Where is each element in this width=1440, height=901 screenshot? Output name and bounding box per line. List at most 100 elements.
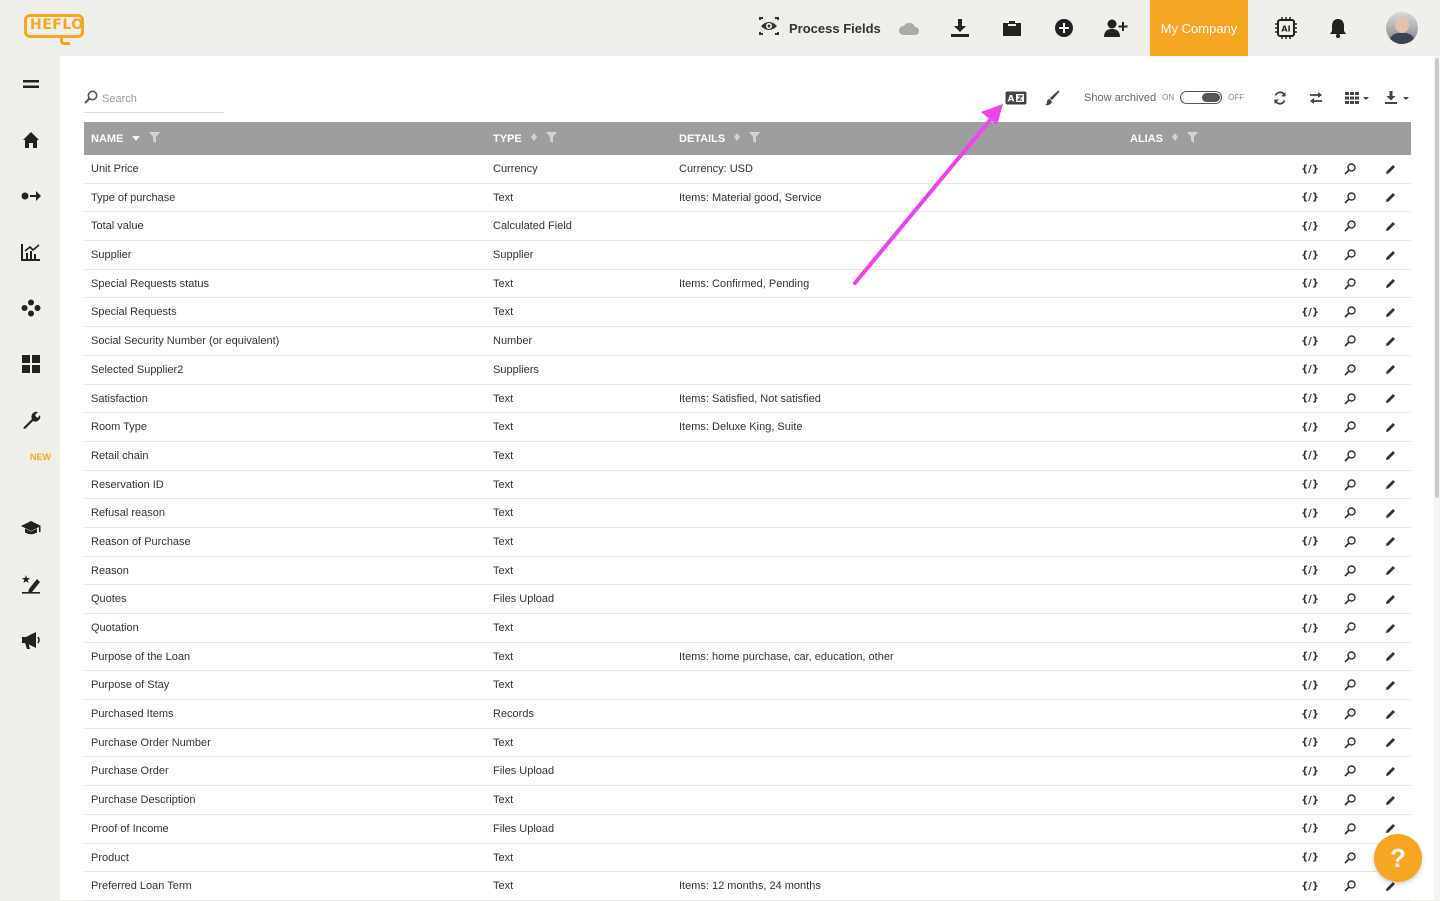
avatar[interactable] [1386,12,1418,44]
chart-icon[interactable] [18,239,44,265]
view-icon[interactable] [1343,334,1357,348]
edit-icon[interactable] [1383,248,1397,262]
table-row[interactable]: Proof of Income Files Upload {/} [84,815,1411,844]
variable-icon[interactable]: {/} [1301,277,1319,291]
table-row[interactable]: Preferred Loan Term Text Items: 12 months,… [84,872,1411,901]
view-icon[interactable] [1343,650,1357,664]
columns-icon[interactable] [1342,88,1372,108]
variable-icon[interactable]: {/} [1301,879,1319,893]
table-row[interactable]: Unit Price Currency Currency: USD {/} [84,155,1411,184]
variable-icon[interactable]: {/} [1301,363,1319,377]
edit-icon[interactable] [1383,535,1397,549]
variable-icon[interactable]: {/} [1301,678,1319,692]
view-icon[interactable] [1343,478,1357,492]
sort-icon[interactable] [1171,132,1179,145]
table-row[interactable]: Refusal reason Text {/} [84,499,1411,528]
variable-icon[interactable]: {/} [1301,248,1319,262]
edit-icon[interactable] [1383,162,1397,176]
brush-icon[interactable] [1042,88,1062,108]
variable-icon[interactable]: {/} [1301,793,1319,807]
table-row[interactable]: Social Security Number (or equivalent) Nu… [84,327,1411,356]
view-icon[interactable] [1343,764,1357,778]
wrench-icon[interactable] [18,407,44,433]
view-icon[interactable] [1343,305,1357,319]
variable-icon[interactable]: {/} [1301,506,1319,520]
cloud-icon[interactable] [897,16,921,40]
variable-icon[interactable]: {/} [1301,305,1319,319]
view-icon[interactable] [1343,535,1357,549]
variable-icon[interactable]: {/} [1301,535,1319,549]
column-header-name[interactable]: NAME [91,122,161,155]
add-user-icon[interactable] [1104,16,1128,40]
edit-icon[interactable] [1383,592,1397,606]
export-icon[interactable] [1382,88,1412,108]
table-row[interactable]: Special Requests Text {/} [84,298,1411,328]
edit-icon[interactable] [1383,621,1397,635]
heflo-logo[interactable]: HEFLO [24,12,86,45]
add-circle-icon[interactable] [1052,16,1076,40]
edit-icon[interactable] [1383,736,1397,750]
table-row[interactable]: Satisfaction Text Items: Satisfied, Not sa… [84,385,1411,414]
show-archived-toggle[interactable] [1180,91,1223,104]
edit-icon[interactable] [1383,334,1397,348]
variable-icon[interactable]: {/} [1301,420,1319,434]
table-row[interactable]: Purchase Order Files Upload {/} [84,757,1411,787]
table-row[interactable]: Quotation Text {/} [84,614,1411,643]
view-icon[interactable] [1343,248,1357,262]
column-header-type[interactable]: TYPE [493,122,557,155]
view-icon[interactable] [1343,162,1357,176]
table-row[interactable]: Room Type Text Items: Deluxe King, Suite {/… [84,413,1411,442]
variable-icon[interactable]: {/} [1301,564,1319,578]
edit-icon[interactable] [1383,678,1397,692]
table-row[interactable]: Retail chain Text {/} [84,442,1411,471]
edit-icon[interactable] [1383,478,1397,492]
view-icon[interactable] [1343,363,1357,377]
filter-icon[interactable] [545,131,557,146]
view-icon[interactable] [1343,392,1357,406]
scrollbar[interactable] [1434,56,1440,900]
edit-icon[interactable] [1383,392,1397,406]
edit-icon[interactable] [1383,564,1397,578]
bell-icon[interactable] [1326,16,1350,40]
edit-icon[interactable] [1383,449,1397,463]
view-icon[interactable] [1343,219,1357,233]
table-row[interactable]: Purpose of the Loan Text Items: home purch… [84,643,1411,672]
view-icon[interactable] [1343,420,1357,434]
column-header-details[interactable]: DETAILS [679,122,761,155]
variable-icon[interactable]: {/} [1301,449,1319,463]
view-icon[interactable] [1343,191,1357,205]
variable-icon[interactable]: {/} [1301,822,1319,836]
table-row[interactable]: Reservation ID Text {/} [84,471,1411,500]
table-row[interactable]: Reason Text {/} [84,557,1411,586]
variable-icon[interactable]: {/} [1301,592,1319,606]
table-row[interactable]: Supplier Supplier {/} [84,241,1411,270]
flow-icon[interactable] [18,183,44,209]
variable-icon[interactable]: {/} [1301,707,1319,721]
variable-icon[interactable]: {/} [1301,621,1319,635]
variable-icon[interactable]: {/} [1301,764,1319,778]
table-row[interactable]: Type of purchase Text Items: Material good… [84,184,1411,213]
variable-icon[interactable]: {/} [1301,191,1319,205]
variable-icon[interactable]: {/} [1301,650,1319,664]
view-icon[interactable] [1343,449,1357,463]
table-row[interactable]: Purchase Order Number Text {/} [84,729,1411,758]
edit-icon[interactable] [1383,764,1397,778]
table-row[interactable]: Total value Calculated Field {/} [84,212,1411,242]
refresh-icon[interactable] [1270,88,1290,108]
variable-icon[interactable]: {/} [1301,219,1319,233]
variable-icon[interactable]: {/} [1301,851,1319,865]
filter-icon[interactable] [1187,131,1198,146]
edit-icon[interactable] [1383,707,1397,721]
variable-icon[interactable]: {/} [1301,478,1319,492]
home-icon[interactable] [18,127,44,153]
column-header-alias[interactable]: ALIAS [1130,122,1198,155]
table-row[interactable]: Selected Supplier2 Suppliers {/} [84,356,1411,385]
edit-icon[interactable] [1383,305,1397,319]
view-icon[interactable] [1343,707,1357,721]
view-icon[interactable] [1343,736,1357,750]
variable-icon[interactable]: {/} [1301,162,1319,176]
view-icon[interactable] [1343,277,1357,291]
edit-icon[interactable] [1383,191,1397,205]
view-icon[interactable] [1343,506,1357,520]
table-row[interactable]: Special Requests status Text Items: Confir… [84,270,1411,299]
